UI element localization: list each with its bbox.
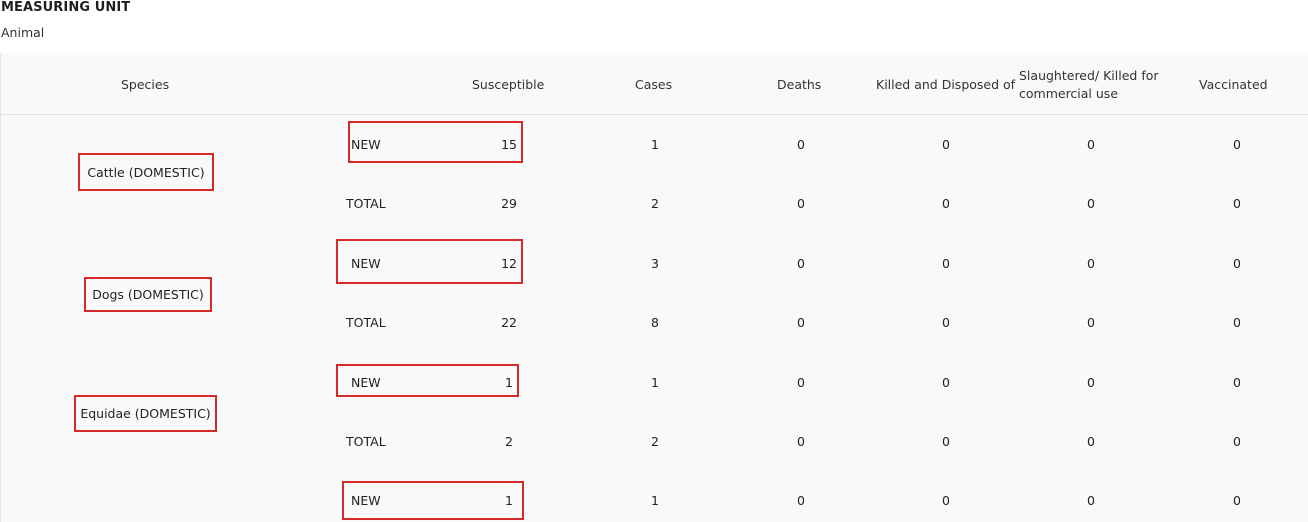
species-name: Dogs (DOMESTIC) (92, 287, 204, 302)
species-cell: Equidae (DOMESTIC) (74, 395, 217, 432)
vaccinated-value: 0 (1233, 137, 1241, 152)
cases-value: 1 (651, 137, 659, 152)
susceptible-value: 2 (505, 434, 513, 449)
table-header: Species Susceptible Cases Deaths Killed … (1, 53, 1308, 115)
cases-value: 3 (651, 256, 659, 271)
deaths-value: 0 (797, 196, 805, 211)
deaths-value: 0 (797, 375, 805, 390)
killed-value: 0 (942, 493, 950, 508)
header-species: Species (121, 77, 170, 92)
row-type-label: TOTAL (346, 434, 386, 449)
susceptible-value: 22 (501, 315, 517, 330)
row-type-label: TOTAL (346, 196, 386, 211)
row-type-label: NEW (351, 375, 381, 390)
slaughtered-value: 0 (1087, 256, 1095, 271)
measuring-unit-heading: MEASURING UNIT (1, 0, 131, 15)
killed-value: 0 (942, 434, 950, 449)
slaughtered-value: 0 (1087, 493, 1095, 508)
vaccinated-value: 0 (1233, 375, 1241, 390)
deaths-value: 0 (797, 493, 805, 508)
row-type-label: TOTAL (346, 315, 386, 330)
susceptible-value: 1 (505, 493, 513, 508)
deaths-value: 0 (797, 137, 805, 152)
susceptible-value: 29 (501, 196, 517, 211)
killed-value: 0 (942, 196, 950, 211)
species-name: Equidae (DOMESTIC) (80, 406, 211, 421)
slaughtered-value: 0 (1087, 434, 1095, 449)
header-deaths: Deaths (777, 77, 822, 92)
header-vaccinated: Vaccinated (1199, 77, 1268, 92)
cases-value: 8 (651, 315, 659, 330)
killed-value: 0 (942, 256, 950, 271)
species-name: Cattle (DOMESTIC) (87, 164, 205, 180)
row-type-label: NEW (351, 493, 381, 508)
killed-value: 0 (942, 375, 950, 390)
slaughtered-value: 0 (1087, 375, 1095, 390)
vaccinated-value: 0 (1233, 315, 1241, 330)
deaths-value: 0 (797, 256, 805, 271)
outbreak-table: Species Susceptible Cases Deaths Killed … (0, 53, 1308, 522)
cases-value: 1 (651, 375, 659, 390)
header-slaughtered: Slaughtered/ Killed for commercial use (1019, 68, 1159, 101)
slaughtered-value: 0 (1087, 315, 1095, 330)
cases-value: 2 (651, 196, 659, 211)
killed-value: 0 (942, 315, 950, 330)
deaths-value: 0 (797, 315, 805, 330)
header-killed-disposed: Killed and Disposed of (876, 77, 1016, 92)
species-cell: Cattle (DOMESTIC) (78, 153, 214, 191)
vaccinated-value: 0 (1233, 256, 1241, 271)
header-susceptible: Susceptible (472, 77, 545, 92)
row-type-label: NEW (351, 256, 381, 271)
vaccinated-value: 0 (1233, 196, 1241, 211)
cases-value: 2 (651, 434, 659, 449)
species-cell: Dogs (DOMESTIC) (84, 277, 212, 312)
measuring-unit-value: Animal (1, 25, 45, 40)
header-cases: Cases (635, 77, 673, 92)
vaccinated-value: 0 (1233, 493, 1241, 508)
susceptible-value: 12 (501, 256, 517, 271)
susceptible-value: 1 (505, 375, 513, 390)
slaughtered-value: 0 (1087, 137, 1095, 152)
vaccinated-value: 0 (1233, 434, 1241, 449)
killed-value: 0 (942, 137, 950, 152)
slaughtered-value: 0 (1087, 196, 1095, 211)
cases-value: 1 (651, 493, 659, 508)
row-type-label: NEW (351, 137, 381, 152)
deaths-value: 0 (797, 434, 805, 449)
susceptible-value: 15 (501, 137, 517, 152)
